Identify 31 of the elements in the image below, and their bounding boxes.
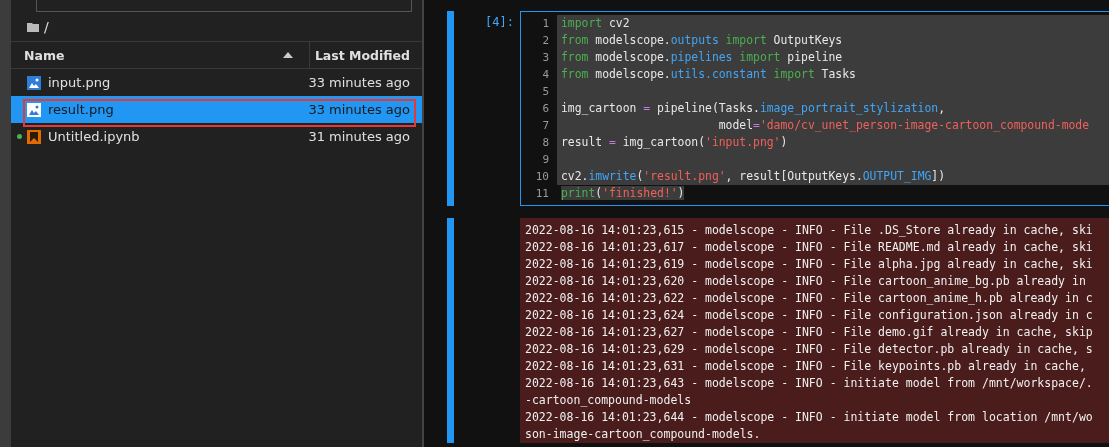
column-header[interactable]: Name [11,42,310,68]
log-line: 2022-08-16 14:01:23,631 - modelscope - INFO - File keypoints.pb already in cache, [525,358,1087,375]
file-name: input.png [48,75,112,90]
log-line: son-image-cartoon_compound-models. [525,426,762,443]
log-line: 2022-08-16 14:01:23,624 - modelscope - INFO - File configuration.json already in c [525,307,1094,324]
log-line: 2022-08-16 14:01:23,620 - modelscope - INFO - File cartoon_anime_bg.pb already in [525,273,1087,290]
column-header[interactable]: Last Modified [310,42,422,68]
file-name: result.png [48,102,115,117]
log-line: 2022-08-16 14:01:23,615 - modelscope - INFO - File .DS_Store already in cache, ski [525,222,1094,239]
file-modified-time: 31 minutes ago [308,129,411,144]
notebook-file-icon [27,129,41,144]
cell-prompt: [4]: [484,14,515,31]
file-row[interactable]: input.png 33 minutes ago [11,69,422,96]
file-row[interactable]: Untitled.ipynb 31 minutes ago [11,123,422,150]
image-file-icon [27,75,41,90]
code-editor[interactable] [520,11,1109,206]
log-line: 2022-08-16 14:01:23,629 - modelscope - INFO - File detector.pb already in cache, s [525,341,1094,358]
breadcrumb-path[interactable]: / [44,18,49,35]
log-line: -cartoon_compound-models [525,392,693,409]
log-line: 2022-08-16 14:01:23,644 - modelscope - INFO - initiate model from location /mnt/wo [525,409,1094,426]
log-line: 2022-08-16 14:01:23,617 - modelscope - INFO - File README.md already in cache, ski [525,239,1094,256]
sort-caret-icon [283,52,293,58]
file-name: Untitled.ipynb [48,129,141,144]
file-modified-time: 33 minutes ago [308,102,411,117]
folder-icon[interactable] [27,21,39,32]
log-line: 2022-08-16 14:01:23,622 - modelscope - INFO - File cartoon_anime_h.pb already in c [525,290,1094,307]
log-line: 2022-08-16 14:01:23,619 - modelscope - INFO - File alpha.jpg already in cache, ski [525,256,1094,273]
log-line: 2022-08-16 14:01:23,643 - modelscope - INFO - initiate model from /mnt/workspace/. [525,375,1094,392]
log-line: 2022-08-16 14:01:23,627 - modelscope - INFO - File demo.gif already in cache, skip [525,324,1094,341]
file-modified-time: 33 minutes ago [308,75,411,90]
image-file-icon [27,102,41,117]
